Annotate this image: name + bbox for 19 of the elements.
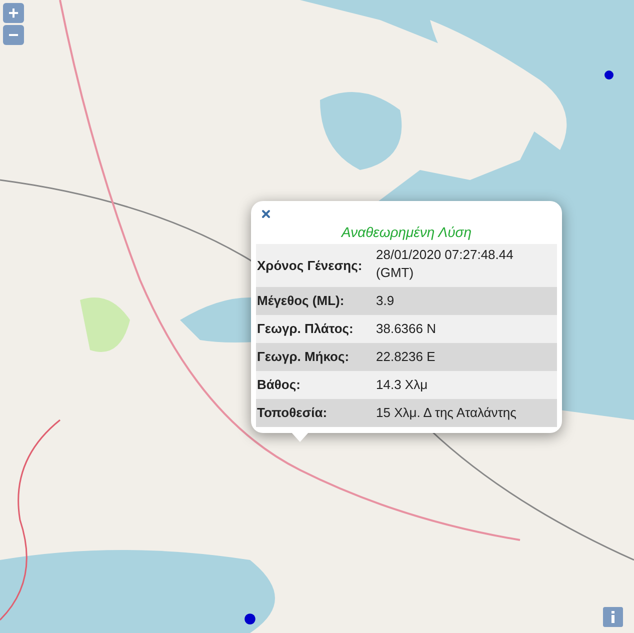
field-label: Βάθος: — [257, 376, 300, 394]
field-value: 28/01/2020 07:27:48.44 (GMT) — [376, 246, 514, 282]
zoom-button[interactable]: + — [3, 3, 24, 23]
field-label: Χρόνος Γένεσης: — [257, 256, 362, 275]
field-label: Γεωγρ. Πλάτος: — [257, 320, 354, 338]
earthquake-marker-icon[interactable] — [244, 613, 256, 625]
field-value: 15 Χλμ. Δ της Αταλάντης — [376, 404, 516, 422]
popup-title: Αναθεωρημένη Λύση — [340, 223, 472, 242]
field-value: 14.3 Χλμ — [376, 376, 428, 394]
field-value: 22.8236 E — [376, 348, 436, 366]
info-icon[interactable] — [603, 607, 623, 627]
field-label: Μέγεθος (ML): — [257, 292, 344, 310]
field-label: Γεωγρ. Μήκος: — [257, 348, 350, 366]
field-label: Τοποθεσία: — [257, 404, 328, 422]
field-value: 38.6366 N — [376, 320, 436, 338]
zoom-button[interactable]: − — [3, 25, 24, 45]
close-button[interactable] — [260, 208, 272, 220]
field-value: 3.9 — [376, 292, 394, 310]
earthquake-marker-icon[interactable] — [604, 70, 614, 80]
